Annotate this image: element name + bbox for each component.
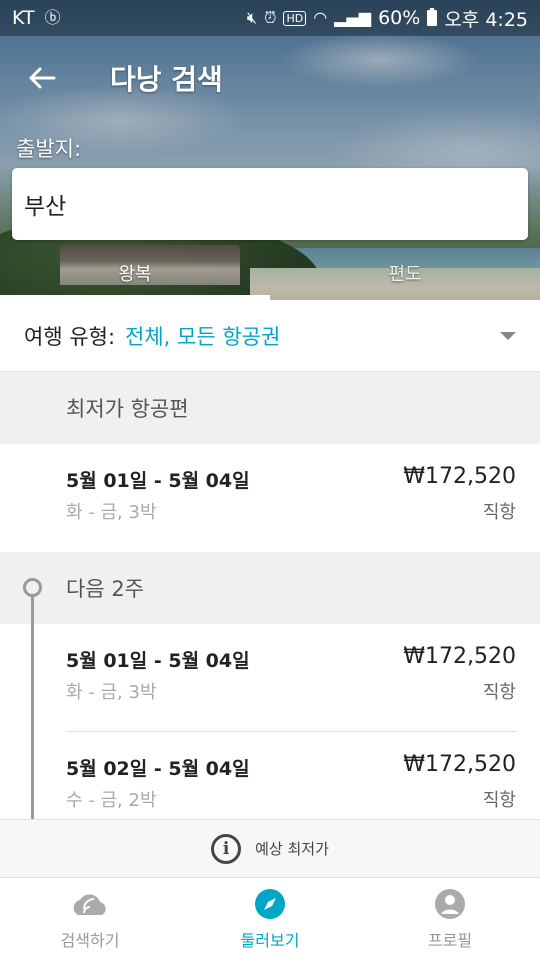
list-item[interactable]: 5월 01일 - 5월 04일 화 - 금, 3박 ₩172,520 직항: [0, 444, 540, 552]
cloud-signal-icon: [70, 887, 110, 921]
flight-price: ₩172,520: [403, 644, 516, 669]
flight-type: 직항: [482, 790, 516, 811]
flight-days: 화 - 금, 3박: [66, 502, 157, 523]
hd-icon: HD: [283, 10, 307, 26]
nav-search[interactable]: 검색하기: [0, 878, 180, 960]
flight-result: 5월 01일 - 5월 04일 화 - 금, 3박 ₩172,520 직항: [66, 444, 516, 552]
flight-price: ₩172,520: [403, 464, 516, 489]
wifi-icon: ◠: [313, 8, 328, 27]
person-icon: [434, 887, 466, 921]
nav-profile[interactable]: 프로필: [360, 878, 540, 960]
compass-icon: [254, 887, 286, 921]
status-bar: KT ⓑ 🔇︎ ⏰︎ HD ◠ ▂▄▆ 60% 오후 4:25: [0, 0, 540, 36]
clock: 오후 4:25: [444, 8, 528, 31]
app-bar: 다낭 검색: [0, 44, 540, 112]
dropdown-caret-icon: [500, 331, 516, 340]
mute-icon: 🔇︎: [246, 8, 257, 27]
flight-dates: 5월 01일 - 5월 04일: [66, 470, 250, 492]
trip-type-selector[interactable]: 여행 유형: 전체, 모든 항공권: [0, 300, 540, 372]
origin-label: 출발지:: [16, 137, 82, 161]
trip-type-value: 전체, 모든 항공권: [125, 324, 281, 349]
info-icon: i: [211, 833, 242, 864]
nav-explore[interactable]: 둘러보기: [180, 878, 360, 960]
nav-explore-label: 둘러보기: [240, 931, 300, 950]
flight-dates: 5월 02일 - 5월 04일: [66, 758, 250, 780]
trip-type-label: 여행 유형:: [24, 324, 116, 349]
nav-profile-label: 프로필: [427, 931, 473, 950]
flight-type: 직항: [482, 682, 516, 703]
battery-percent: 60%: [378, 7, 421, 29]
back-button[interactable]: [0, 44, 84, 112]
list-group: 5월 01일 - 5월 04일 화 - 금, 3박 ₩172,520 직항 5월…: [0, 624, 540, 820]
flight-dates: 5월 01일 - 5월 04일: [66, 650, 250, 672]
origin-input[interactable]: 부산: [12, 168, 528, 240]
flight-days: 화 - 금, 3박: [66, 682, 157, 703]
timeline-dot: [23, 578, 42, 597]
signal-icon: ▂▄▆: [334, 8, 372, 27]
alarm-icon: ⏰︎: [263, 8, 277, 27]
timeline-line: [31, 596, 34, 820]
tab-round-trip[interactable]: 왕복: [0, 246, 270, 300]
back-arrow-icon: [29, 67, 56, 89]
trip-tabs: 왕복 편도: [0, 246, 540, 300]
flight-type: 직항: [482, 502, 516, 523]
carrier-label: KT: [12, 7, 35, 29]
bottom-nav: 검색하기 둘러보기 프로필: [0, 877, 540, 960]
flight-days: 수 - 금, 2박: [66, 790, 157, 811]
nav-search-label: 검색하기: [60, 931, 120, 950]
section-header-cheapest: 최저가 항공편: [0, 372, 540, 444]
estimate-banner[interactable]: i 예상 최저가: [0, 819, 540, 877]
page-title: 다낭 검색: [110, 63, 223, 96]
battery-icon: [427, 8, 438, 26]
flight-price: ₩172,520: [403, 752, 516, 777]
tab-one-way[interactable]: 편도: [270, 246, 540, 300]
section-header-next-two-weeks: 다음 2주: [0, 552, 540, 624]
list-item[interactable]: 5월 01일 - 5월 04일 화 - 금, 3박 ₩172,520 직항: [66, 624, 516, 732]
estimate-text: 예상 최저가: [255, 840, 329, 858]
b-app-icon: ⓑ: [44, 8, 61, 27]
